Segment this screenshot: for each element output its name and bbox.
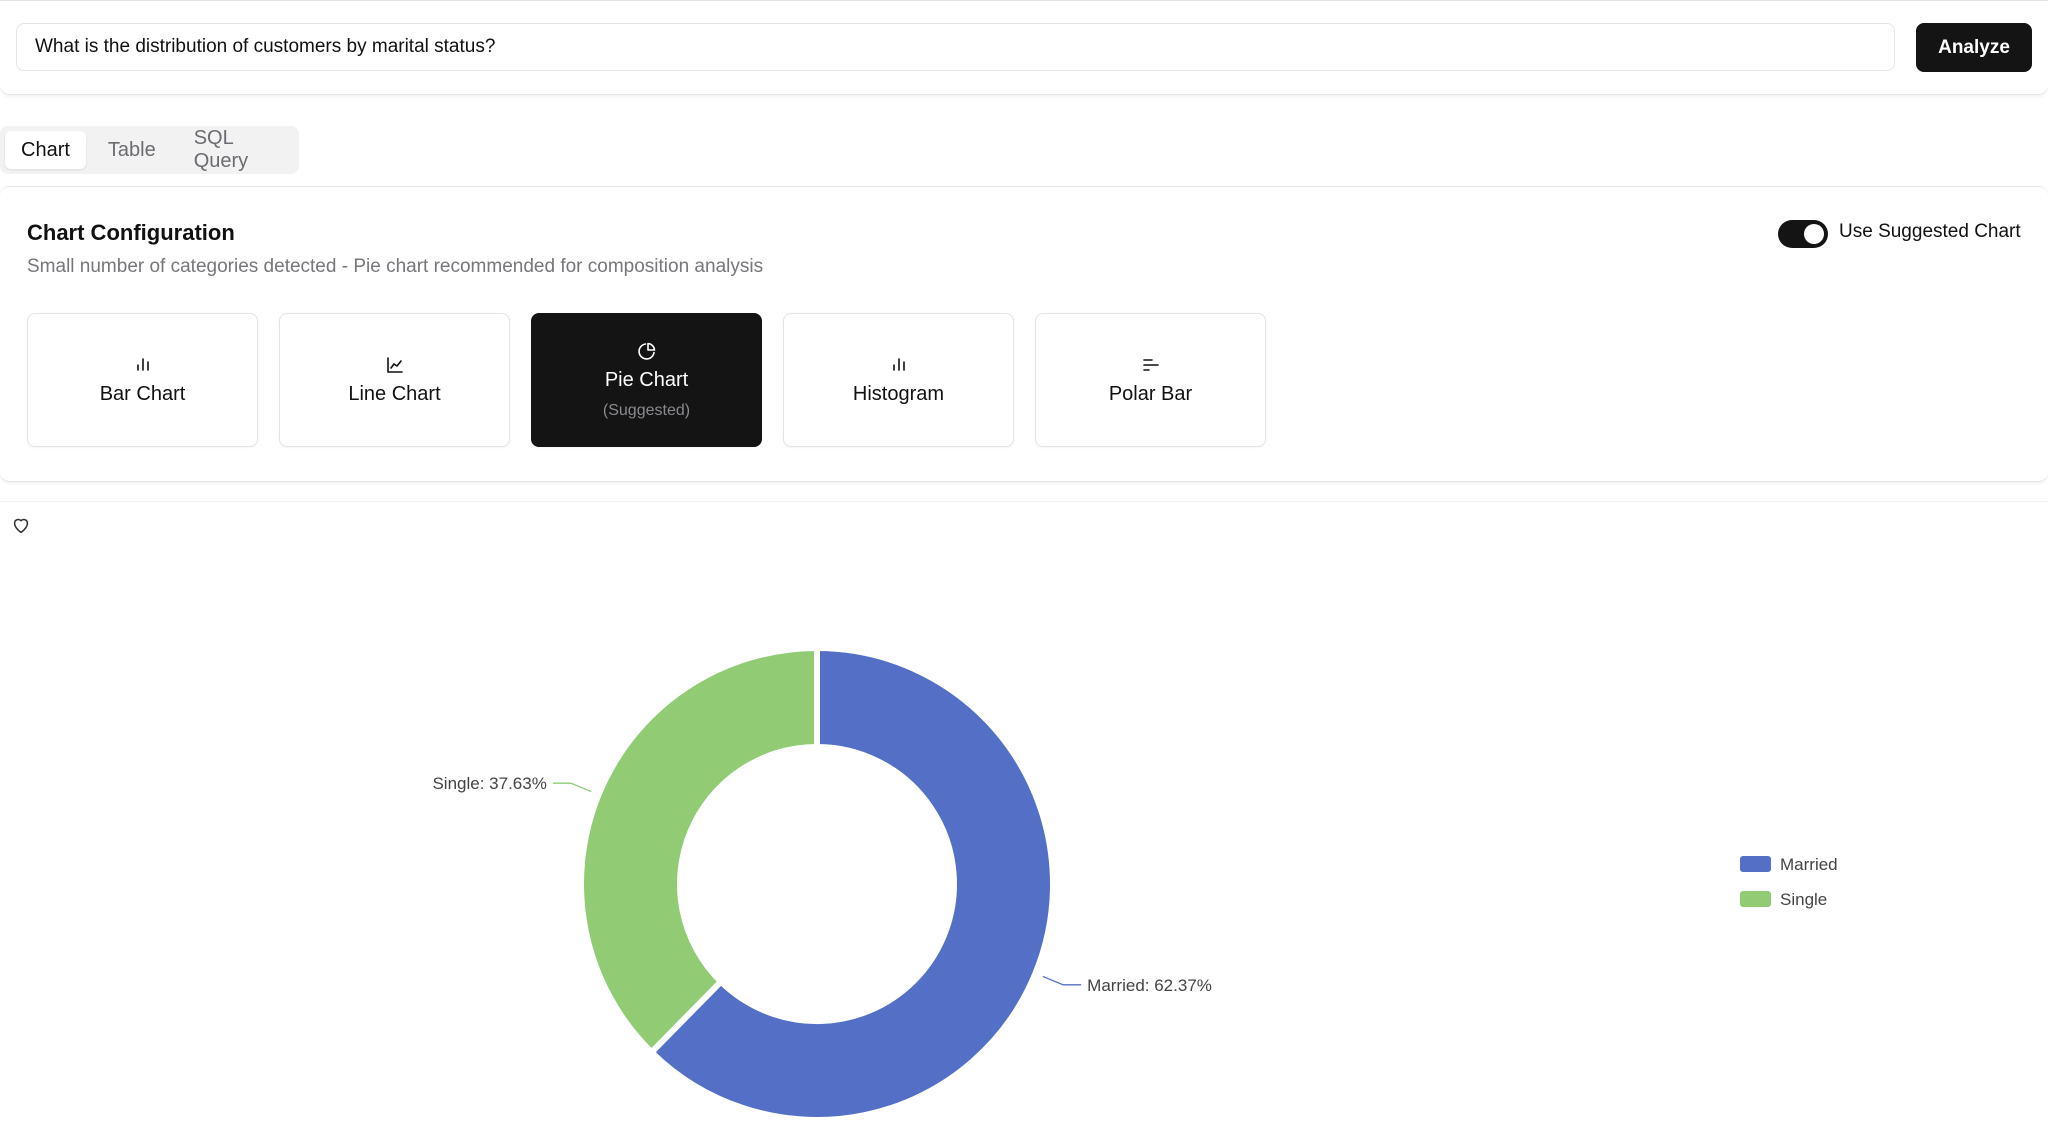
slice-label: Married: 62.37% [1087, 976, 1212, 995]
suggested-badge: (Suggested) [602, 401, 691, 419]
option-label: Pie Chart [604, 368, 689, 391]
use-suggested-toggle[interactable] [1778, 220, 1828, 248]
pie-chart-icon [637, 342, 655, 360]
label-leader-line [1042, 975, 1082, 986]
line-chart-option[interactable]: Line Chart [279, 313, 510, 447]
pie-chart-option[interactable]: Pie Chart (Suggested) [531, 313, 762, 447]
option-label: Bar Chart [99, 382, 186, 405]
config-title: Chart Configuration [27, 220, 235, 245]
option-label: Line Chart [348, 382, 441, 405]
legend-swatch-single[interactable] [1740, 891, 1771, 907]
pie-slice-single[interactable] [578, 645, 820, 1056]
label-leader-line [552, 782, 592, 793]
option-label: Polar Bar [1108, 382, 1193, 405]
analyze-button[interactable]: Analyze [1916, 23, 2032, 72]
bar-chart-option[interactable]: Bar Chart [27, 313, 258, 447]
tab-sql-query[interactable]: SQL Query [178, 127, 294, 172]
chart-configuration-panel: Chart Configuration Small number of cate… [0, 186, 2048, 482]
legend-label-married[interactable]: Married [1780, 855, 1838, 874]
config-description: Small number of categories detected - Pi… [27, 256, 764, 277]
legend-swatch-married[interactable] [1740, 856, 1771, 872]
query-bar: What is the distribution of customers by… [0, 0, 2048, 95]
legend-label-single[interactable]: Single [1780, 890, 1827, 909]
polar-bar-icon [1142, 358, 1159, 371]
polar-bar-option[interactable]: Polar Bar [1035, 313, 1266, 447]
line-chart-icon [386, 356, 403, 373]
view-tabs: Chart Table SQL Query [0, 126, 299, 174]
pie-chart: Married: 62.37% Single: 37.63% Married Sing… [432, 645, 1838, 1123]
histogram-icon [892, 357, 905, 371]
tab-chart[interactable]: Chart [5, 131, 86, 169]
option-label: Histogram [852, 382, 945, 405]
query-input[interactable]: What is the distribution of customers by… [16, 23, 1895, 71]
bar-chart-icon [136, 357, 149, 371]
histogram-option[interactable]: Histogram [783, 313, 1014, 447]
chart-type-options: Bar Chart Line Chart Pie Chart (Suggeste… [27, 313, 1266, 447]
toggle-label: Use Suggested Chart [1839, 221, 2021, 242]
toggle-knob [1804, 224, 1824, 244]
tab-table[interactable]: Table [92, 131, 172, 169]
slice-label: Single: 37.63% [432, 774, 546, 793]
